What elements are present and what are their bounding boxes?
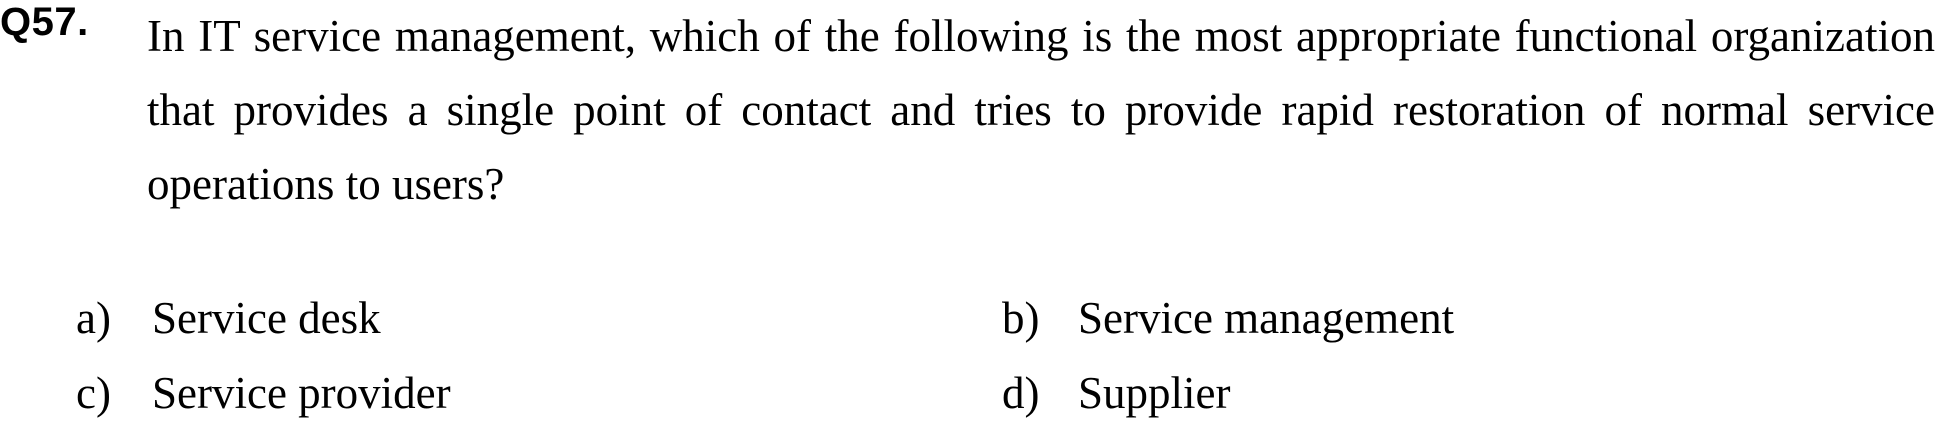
option-text: Supplier xyxy=(1078,368,1231,418)
option-letter: a) xyxy=(76,293,111,343)
option-text: Service provider xyxy=(152,368,451,418)
option-letter: c) xyxy=(76,368,111,418)
option-letter: d) xyxy=(1002,368,1040,418)
answer-options: a) Service desk b) Service management c)… xyxy=(0,0,1935,422)
option-letter: b) xyxy=(1002,293,1040,343)
option-text: Service management xyxy=(1078,293,1455,343)
option-text: Service desk xyxy=(152,293,381,343)
